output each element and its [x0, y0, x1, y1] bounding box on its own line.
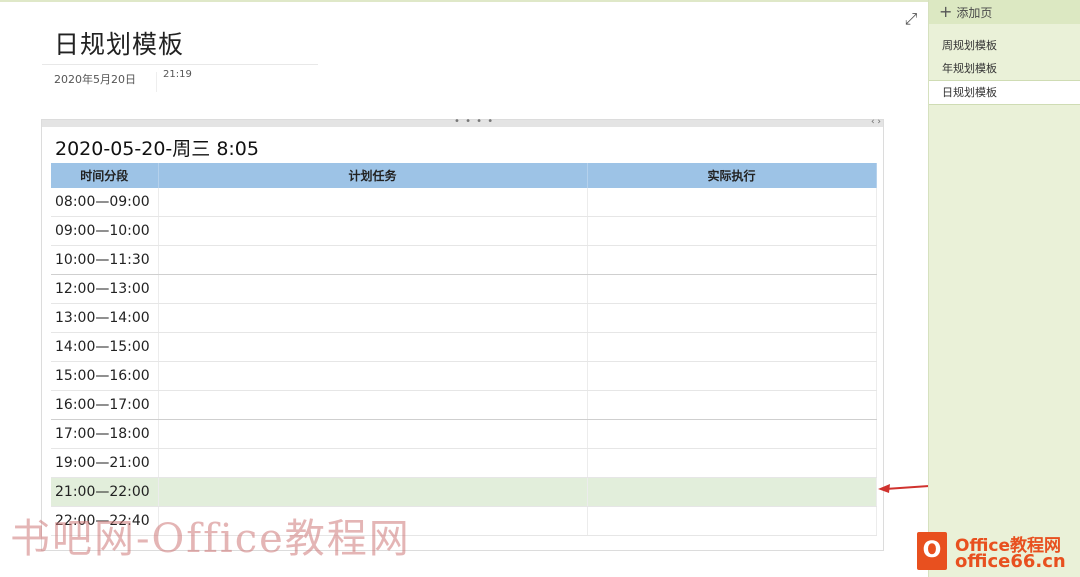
- table-row: 08:00—09:00: [51, 188, 877, 217]
- table-row: 16:00—17:00: [51, 390, 877, 420]
- title-divider: [42, 64, 318, 65]
- page-item-weekly[interactable]: 周规划模板: [929, 34, 1080, 57]
- table-row: 17:00—18:00: [51, 419, 877, 449]
- plan-cell[interactable]: [158, 245, 588, 275]
- office-logo-icon: O: [917, 532, 947, 570]
- table-row: 09:00—10:00: [51, 216, 877, 246]
- table-row: 10:00—11:30: [51, 245, 877, 275]
- table-header-row: 时间分段 计划任务 实际执行: [51, 163, 877, 188]
- plan-cell[interactable]: [158, 448, 588, 478]
- table-row: 13:00—14:00: [51, 303, 877, 333]
- resize-arrows-icon[interactable]: ‹ ›: [871, 117, 881, 127]
- actual-cell[interactable]: [587, 390, 877, 420]
- time-cell[interactable]: 12:00—13:00: [51, 274, 159, 304]
- note-container[interactable]: • • • • ‹ › 2020-05-20-周三 8:05 时间分段 计划任务…: [41, 116, 884, 551]
- note-heading[interactable]: 2020-05-20-周三 8:05: [55, 134, 259, 161]
- office-logo: O Office教程网 office66.cn: [915, 527, 1075, 575]
- actual-cell[interactable]: [587, 477, 877, 507]
- column-header-actual[interactable]: 实际执行: [587, 163, 877, 188]
- add-page-button[interactable]: + 添加页: [929, 0, 1080, 24]
- actual-cell[interactable]: [587, 274, 877, 304]
- logo-line2: office66.cn: [955, 551, 1066, 572]
- actual-cell[interactable]: [587, 216, 877, 246]
- page-list-panel: + 添加页 周规划模板 年规划模板 日规划模板: [928, 0, 1080, 577]
- column-header-time[interactable]: 时间分段: [51, 163, 159, 188]
- expand-icon[interactable]: ⤢: [902, 10, 920, 28]
- plan-cell[interactable]: [158, 303, 588, 333]
- table-row: 15:00—16:00: [51, 361, 877, 391]
- actual-cell[interactable]: [587, 303, 877, 333]
- table-row-highlighted: 21:00—22:00: [51, 477, 877, 507]
- add-page-label: 添加页: [956, 6, 993, 20]
- table-row: 12:00—13:00: [51, 274, 877, 304]
- time-cell[interactable]: 21:00—22:00: [51, 477, 159, 507]
- page-item-yearly[interactable]: 年规划模板: [929, 57, 1080, 80]
- plan-cell[interactable]: [158, 216, 588, 246]
- time-cell[interactable]: 14:00—15:00: [51, 332, 159, 362]
- page-time: 21:19: [163, 69, 192, 80]
- column-header-plan[interactable]: 计划任务: [158, 163, 588, 188]
- plan-cell[interactable]: [158, 332, 588, 362]
- time-cell[interactable]: 13:00—14:00: [51, 303, 159, 333]
- plan-cell[interactable]: [158, 361, 588, 391]
- actual-cell[interactable]: [587, 419, 877, 449]
- table-row: 14:00—15:00: [51, 332, 877, 362]
- watermark-text: 书吧网-Office教程网: [10, 516, 411, 562]
- note-page: ⤢ 日规划模板 2020年5月20日 21:19 • • • • ‹ › 202…: [0, 0, 1003, 577]
- time-cell[interactable]: 08:00—09:00: [51, 188, 159, 217]
- plus-icon: +: [939, 2, 953, 21]
- plan-cell[interactable]: [158, 477, 588, 507]
- table-row: 19:00—21:00: [51, 448, 877, 478]
- page-list: 周规划模板 年规划模板 日规划模板: [929, 34, 1080, 105]
- page-date: 2020年5月20日: [54, 73, 136, 86]
- top-border: [0, 0, 928, 2]
- time-cell[interactable]: 10:00—11:30: [51, 245, 159, 275]
- actual-cell[interactable]: [587, 361, 877, 391]
- plan-cell[interactable]: [158, 390, 588, 420]
- plan-table: 时间分段 计划任务 实际执行 08:00—09:00 09:00—10:00 1…: [51, 163, 877, 536]
- time-cell[interactable]: 09:00—10:00: [51, 216, 159, 246]
- drag-handle-icon[interactable]: • • • •: [454, 116, 494, 127]
- actual-cell[interactable]: [587, 448, 877, 478]
- time-cell[interactable]: 16:00—17:00: [51, 390, 159, 420]
- page-title[interactable]: 日规划模板: [54, 25, 184, 61]
- actual-cell[interactable]: [587, 188, 877, 217]
- time-cell[interactable]: 17:00—18:00: [51, 419, 159, 449]
- time-cell[interactable]: 19:00—21:00: [51, 448, 159, 478]
- actual-cell[interactable]: [587, 332, 877, 362]
- plan-cell[interactable]: [158, 419, 588, 449]
- time-cell[interactable]: 15:00—16:00: [51, 361, 159, 391]
- container-handle-bar[interactable]: • • • • ‹ ›: [42, 116, 883, 127]
- meta-separator: [156, 72, 157, 92]
- plan-cell[interactable]: [158, 188, 588, 217]
- actual-cell[interactable]: [587, 245, 877, 275]
- page-item-daily[interactable]: 日规划模板: [929, 80, 1080, 105]
- actual-cell[interactable]: [587, 506, 877, 536]
- plan-cell[interactable]: [158, 274, 588, 304]
